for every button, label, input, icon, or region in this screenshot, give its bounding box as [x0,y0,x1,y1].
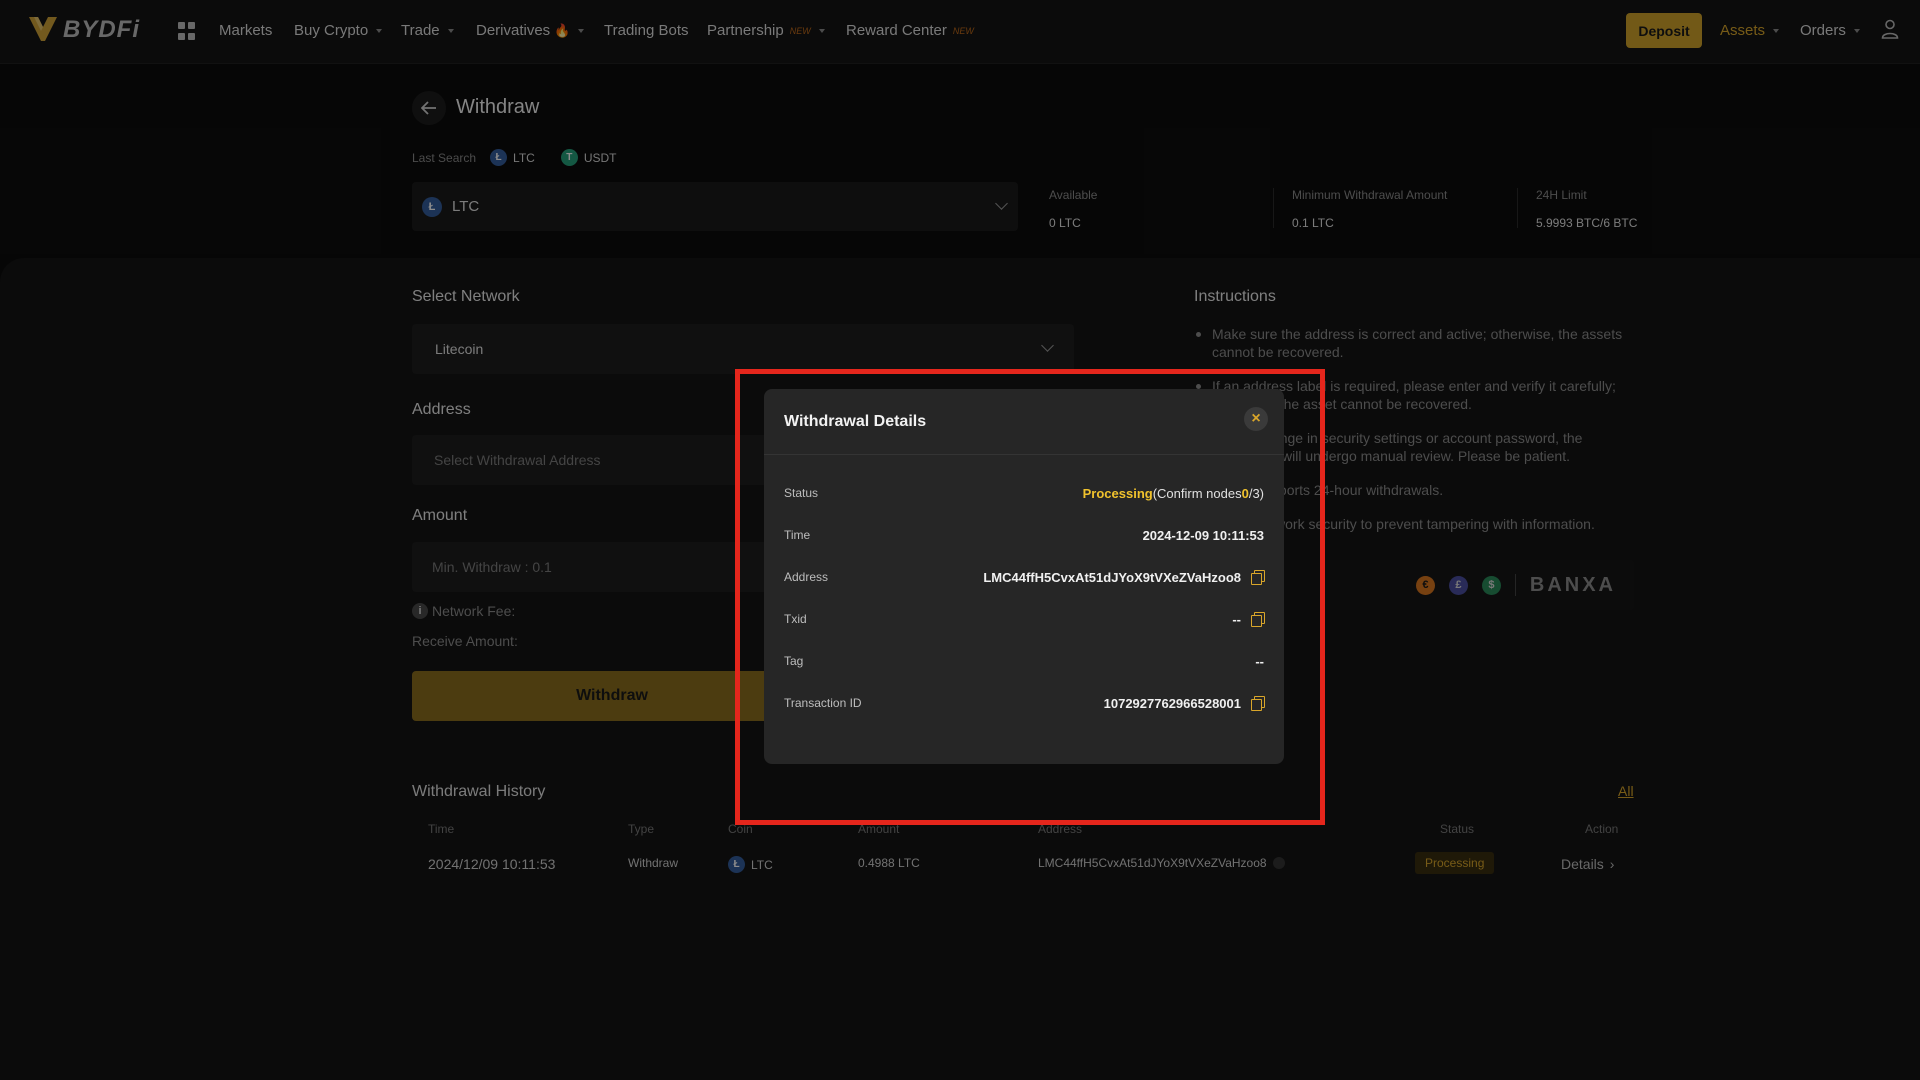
highlight-box [735,369,1325,825]
